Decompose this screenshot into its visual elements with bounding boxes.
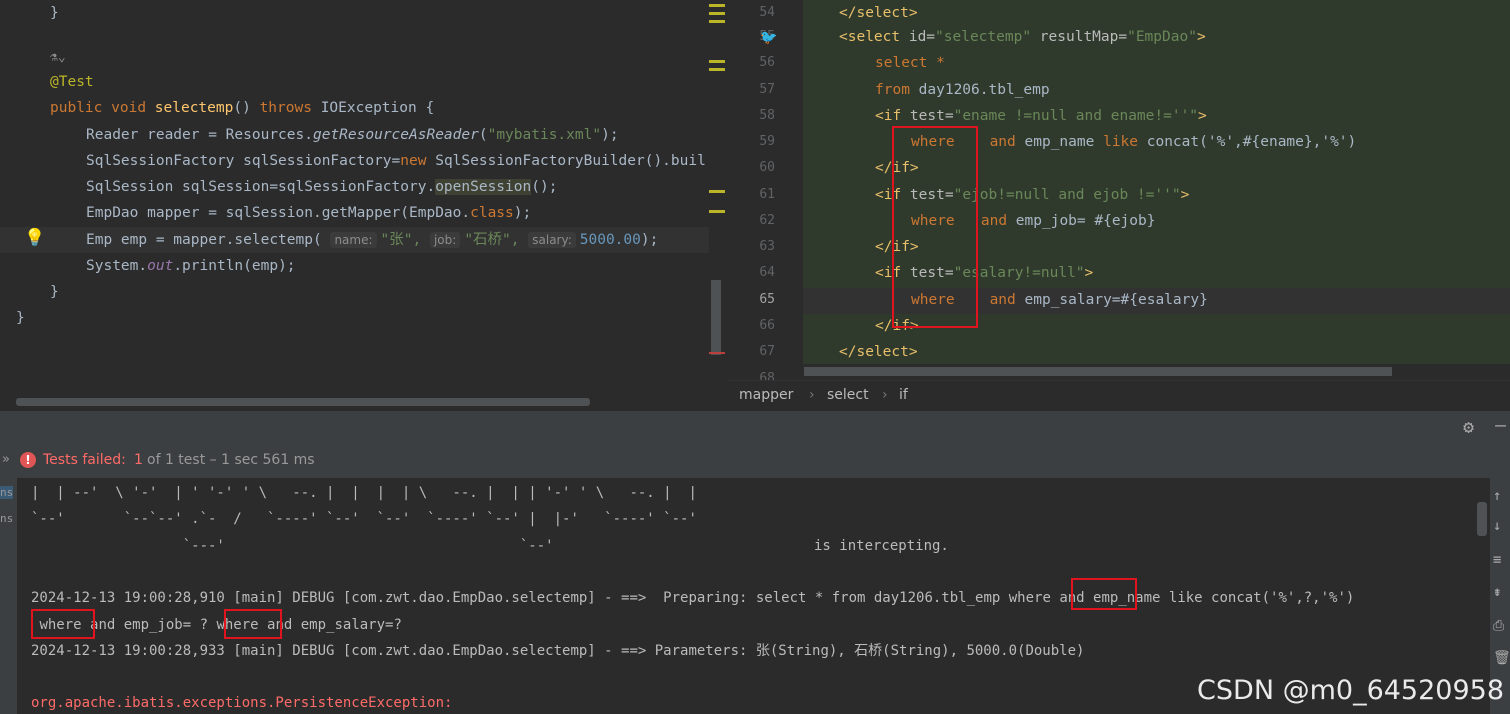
watermark: CSDN @m0_64520958 bbox=[1197, 675, 1504, 706]
code-line: } bbox=[16, 310, 25, 326]
breadcrumb-item-mapper[interactable]: mapper bbox=[739, 387, 793, 403]
line-number: 61 bbox=[759, 187, 775, 202]
code-line: } bbox=[50, 284, 59, 300]
tests-failed-label: Tests failed: bbox=[43, 452, 126, 468]
breadcrumb-item-select[interactable]: select bbox=[827, 387, 869, 403]
annotation-red-box bbox=[1071, 578, 1137, 610]
breadcrumb-separator: › bbox=[882, 387, 888, 403]
code-line: @Test bbox=[50, 74, 94, 90]
failed-count: 1 bbox=[134, 452, 143, 468]
code-line: } bbox=[50, 5, 59, 21]
console-line: | | --' \ '-' | ' '-' ' \ --. | | | | \ … bbox=[31, 485, 697, 501]
left-gutter bbox=[0, 0, 46, 410]
trash-icon[interactable]: 🗑 bbox=[1493, 650, 1510, 666]
console-line: `---' `--' bbox=[31, 538, 554, 554]
line-number: 68 bbox=[759, 371, 775, 380]
xml-line: from day1206.tbl_emp bbox=[875, 82, 1050, 98]
xml-editor[interactable]: 54 55 56 57 58 59 60 61 62 63 64 65 66 67 68 🐦 </selec… bbox=[727, 0, 1510, 380]
soft-wrap-icon[interactable]: ≡ bbox=[1493, 552, 1501, 568]
line-number: 64 bbox=[759, 265, 775, 280]
scroll-to-end-icon[interactable]: ⇟ bbox=[1493, 584, 1501, 600]
xml-line: </select> bbox=[839, 344, 918, 360]
print-icon[interactable]: ⎙ bbox=[1493, 618, 1504, 634]
arrow-up-icon[interactable]: ↑ bbox=[1493, 488, 1501, 504]
xml-line: </select> bbox=[839, 5, 918, 21]
java-editor[interactable]: } ⚗⌄ @Test public void selectemp() throw… bbox=[0, 0, 727, 410]
horizontal-scrollbar[interactable] bbox=[804, 367, 1392, 376]
xml-line: select * bbox=[875, 55, 945, 71]
console-line: 2024-12-13 19:00:28,910 [main] DEBUG [co… bbox=[31, 590, 1355, 606]
code-line: Reader reader = Resources.getResourceAsR… bbox=[86, 127, 619, 143]
line-number: 63 bbox=[759, 239, 775, 254]
side-label[interactable]: ns bbox=[0, 512, 13, 525]
arrow-down-icon[interactable]: ↓ bbox=[1493, 518, 1501, 534]
line-number: 56 bbox=[759, 55, 775, 70]
line-number: 66 bbox=[759, 318, 775, 333]
horizontal-scrollbar[interactable] bbox=[16, 398, 590, 406]
run-toolbar: ⚙ – bbox=[0, 410, 1510, 445]
console-line: `--' `--`--' .`- / `----' `--' `--' `---… bbox=[31, 511, 697, 527]
annotation-red-box bbox=[892, 126, 978, 328]
minimize-icon[interactable]: – bbox=[1495, 415, 1506, 436]
error-stripe[interactable] bbox=[709, 0, 727, 410]
test-status-bar: » ! Tests failed: 1 of 1 test – 1 sec 56… bbox=[0, 444, 1510, 478]
code-line: SqlSessionFactory sqlSessionFactory=new … bbox=[86, 153, 706, 169]
side-label[interactable]: ns bbox=[0, 486, 14, 499]
test-summary: of 1 test – 1 sec 561 ms bbox=[147, 452, 315, 468]
annotation-red-box bbox=[224, 609, 282, 639]
breadcrumb: mapper › select › if bbox=[727, 380, 1510, 411]
line-number: 59 bbox=[759, 134, 775, 149]
gear-icon[interactable]: ⚙ bbox=[1463, 417, 1474, 438]
vertical-scrollbar[interactable] bbox=[1477, 502, 1487, 536]
line-number: 67 bbox=[759, 344, 775, 359]
left-strip: ns ns bbox=[0, 478, 17, 714]
run-test-icon[interactable]: ⚗⌄ bbox=[50, 50, 66, 65]
breadcrumb-item-if[interactable]: if bbox=[899, 387, 908, 403]
code-line: SqlSession sqlSession=sqlSessionFactory.… bbox=[86, 179, 558, 195]
mybatis-icon[interactable]: 🐦 bbox=[760, 30, 777, 46]
method-declaration: public void selectemp() throws IOExcepti… bbox=[50, 100, 435, 116]
console-line: is intercepting. bbox=[814, 538, 949, 554]
line-number: 57 bbox=[759, 82, 775, 97]
console-line: 2024-12-13 19:00:28,933 [main] DEBUG [co… bbox=[31, 643, 1085, 659]
line-number: 62 bbox=[759, 213, 775, 228]
line-number: 60 bbox=[759, 160, 775, 175]
line-number: 54 bbox=[759, 5, 775, 20]
console-error-line: org.apache.ibatis.exceptions.Persistence… bbox=[31, 695, 453, 711]
lightbulb-icon[interactable]: 💡 bbox=[24, 228, 45, 248]
code-line: System.out.println(emp); bbox=[86, 258, 296, 274]
annotation-red-box bbox=[31, 609, 95, 639]
line-number: 65 bbox=[759, 292, 775, 307]
code-line: EmpDao mapper = sqlSession.getMapper(Emp… bbox=[86, 205, 532, 221]
line-number: 58 bbox=[759, 108, 775, 123]
breadcrumb-separator: › bbox=[809, 387, 815, 403]
expand-icon[interactable]: » bbox=[2, 452, 10, 467]
current-line: Emp emp = mapper.selectemp( name: "张", jo… bbox=[0, 227, 727, 253]
xml-line: <select id="selectemp" resultMap="EmpDao… bbox=[839, 29, 1206, 45]
error-icon: ! bbox=[20, 452, 36, 468]
